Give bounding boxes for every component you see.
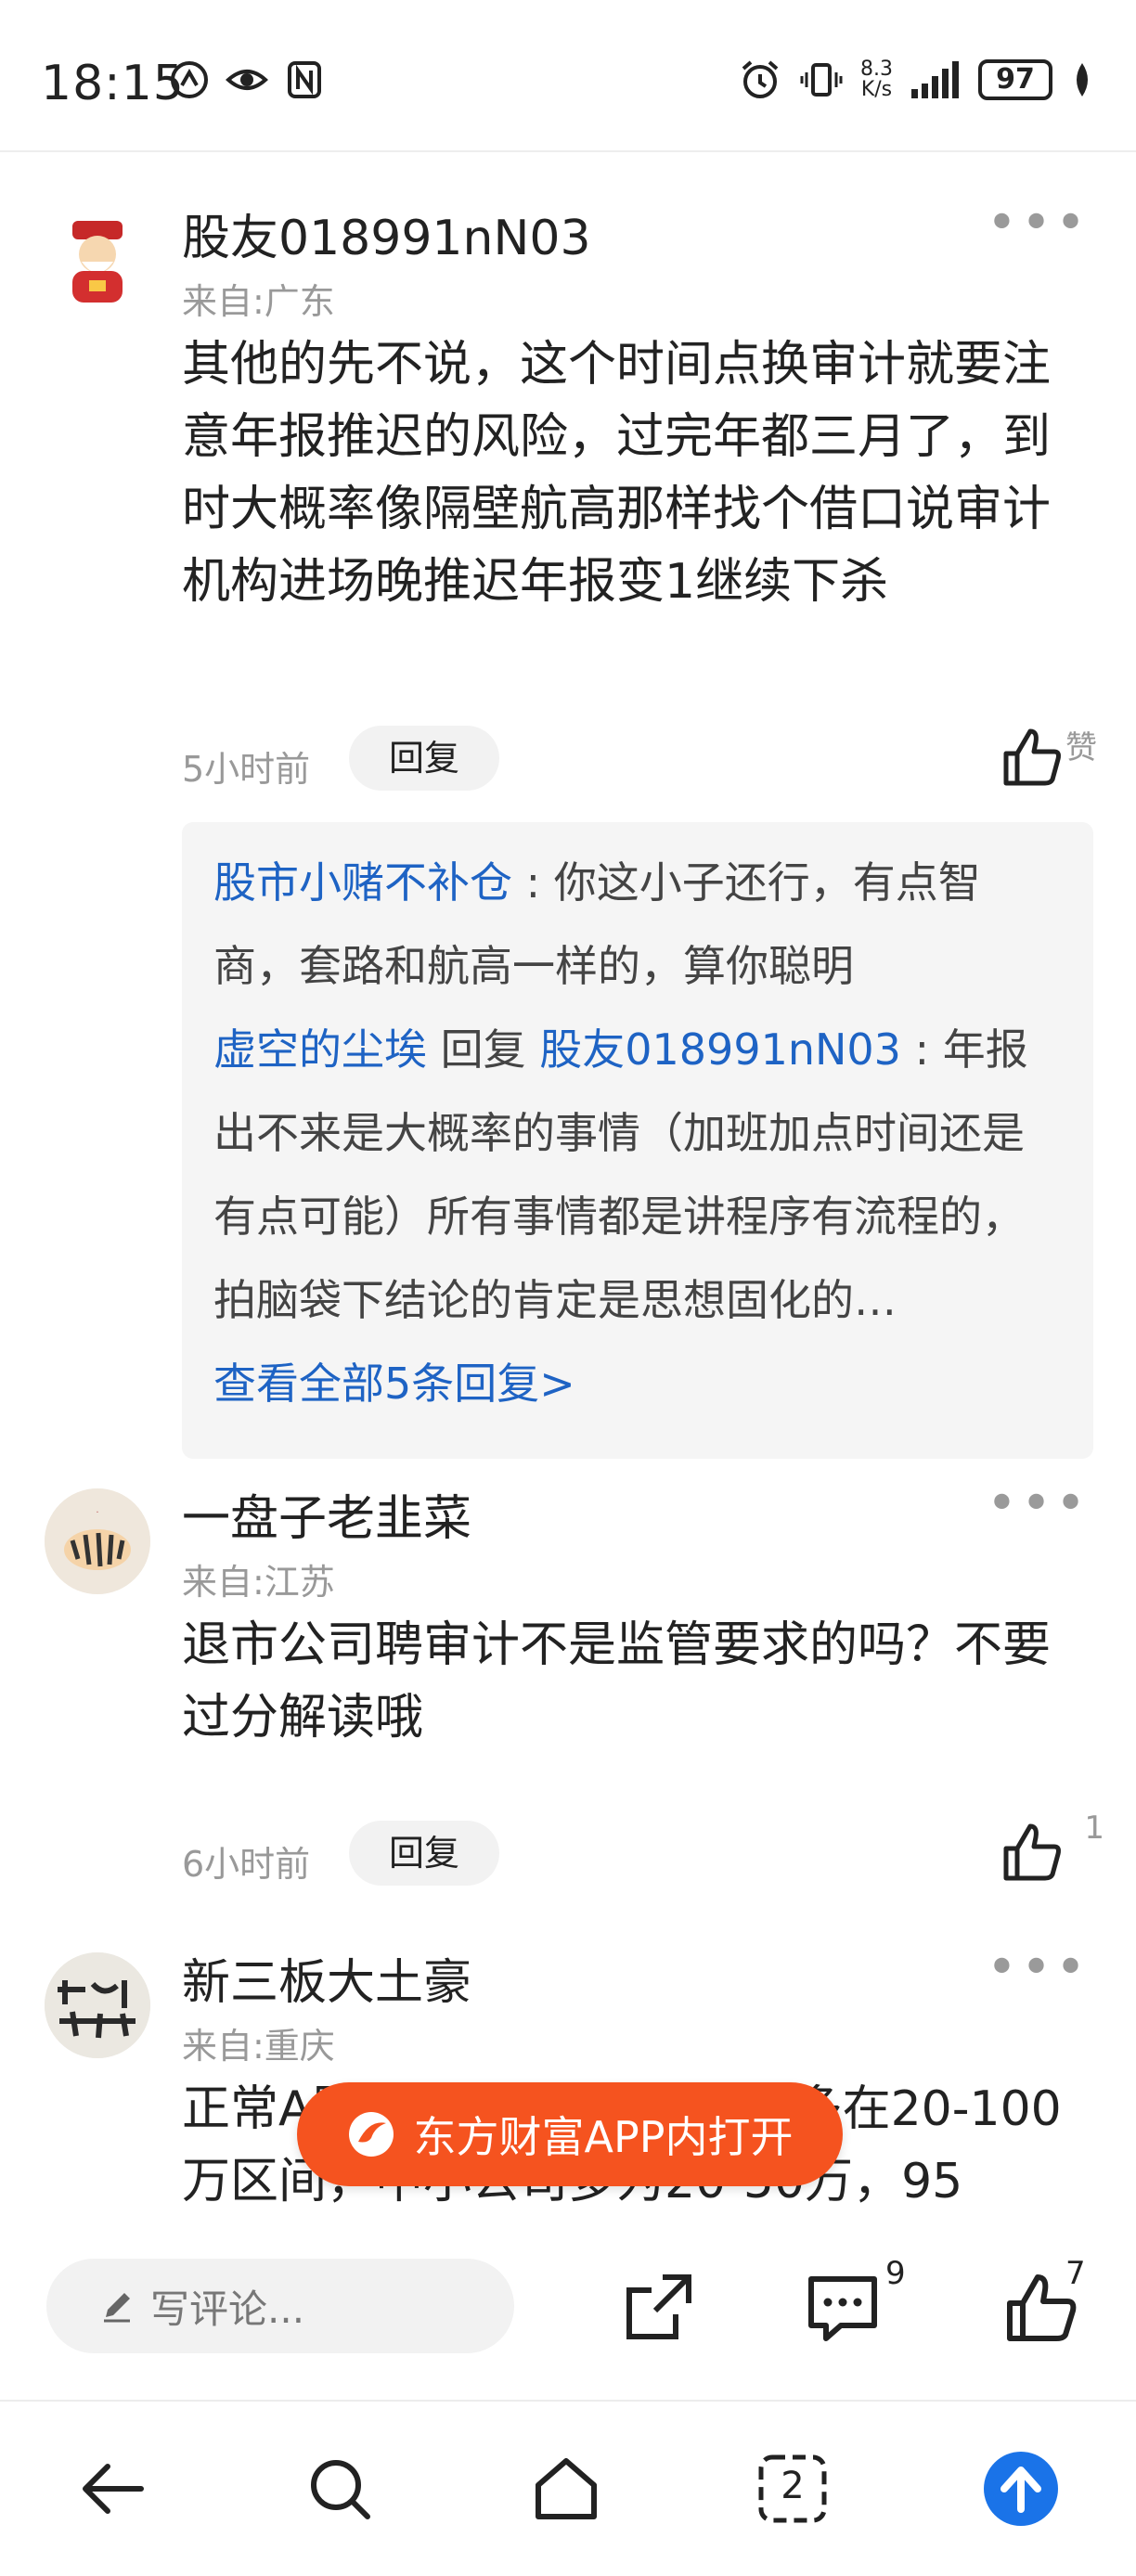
tabs-count: 2	[781, 2465, 805, 2507]
open-in-app-label: 东方财富APP内打开	[413, 2112, 794, 2162]
back-arrow-icon[interactable]	[76, 2452, 150, 2526]
signal-icon	[911, 61, 959, 98]
thumbs-up-icon[interactable]	[1000, 1819, 1065, 1884]
write-comment-placeholder: 写评论...	[150, 2286, 305, 2332]
comment-item: 股友018991nN03 ••• 来自:广东 其他的先不说，这个时间点换审计就要…	[0, 152, 1136, 1470]
reply-author[interactable]: 股市小赌不补仓	[213, 857, 512, 908]
eye-icon	[226, 70, 268, 90]
comment-time: 6小时前	[182, 1844, 311, 1885]
browser-nav-bar: 2	[0, 2402, 1136, 2576]
like-count: 1	[1084, 1810, 1104, 1847]
view-all-replies-link[interactable]: 查看全部5条回复>	[213, 1342, 1062, 1425]
comment-time: 5小时前	[182, 749, 311, 790]
pencil-icon	[104, 2293, 130, 2323]
avatar[interactable]: .	[45, 1488, 150, 1594]
reply-word: 回复	[427, 1024, 540, 1075]
network-speed-value: 8.3	[860, 58, 893, 81]
comment-count: 9	[885, 2255, 906, 2292]
reply-item: 股市小赌不补仓 : 你这小子还行，有点智商，套路和航高一样的，算你聪明	[213, 841, 1062, 1008]
calligraphy-avatar-icon	[45, 1952, 150, 2058]
avatar[interactable]	[45, 208, 150, 314]
more-options-icon[interactable]: •••	[987, 193, 1090, 253]
comment-username[interactable]: 新三板大土豪	[182, 1943, 471, 2013]
comment-bar: 写评论... 9 7	[0, 2249, 1136, 2379]
nfc-icon	[288, 61, 321, 98]
share-icon[interactable]	[620, 2268, 698, 2346]
status-bar: 18:15 8.3 K/s 97	[0, 0, 1136, 152]
write-comment-input[interactable]: 写评论...	[46, 2259, 514, 2353]
leaf-icon	[1077, 63, 1088, 97]
comment-list[interactable]: 股友018991nN03 ••• 来自:广东 其他的先不说，这个时间点换审计就要…	[0, 152, 1136, 2249]
comment-text: 退市公司聘审计不是监管要求的吗？不要过分解读哦	[182, 1617, 1052, 1745]
vibrate-icon	[800, 63, 843, 97]
network-speed: 8.3 K/s	[860, 59, 893, 100]
more-options-icon[interactable]: •••	[987, 1474, 1090, 1534]
app-logo-icon	[348, 2112, 394, 2157]
fortune-god-avatar-icon	[72, 221, 123, 303]
notification-badge-icon	[171, 61, 208, 98]
thumbs-up-icon[interactable]	[1000, 724, 1065, 789]
home-icon[interactable]	[529, 2452, 603, 2526]
reply-item: 虚空的尘埃 回复 股友018991nN03 : 年报出不来是大概率的事情（加班加…	[213, 1008, 1062, 1342]
comment-location: 来自:江苏	[182, 1562, 335, 1603]
status-time: 18:15	[41, 56, 185, 111]
comment-text: 其他的先不说，这个时间点换审计就要注意年报推迟的风险，过完年都三月了，到时大概率…	[182, 337, 1052, 610]
like-total-count: 7	[1065, 2255, 1086, 2292]
network-speed-unit: K/s	[860, 78, 893, 101]
reply-target[interactable]: 股友018991nN03	[539, 1024, 901, 1075]
comment-username[interactable]: 一盘子老韭菜	[182, 1479, 471, 1549]
more-options-icon[interactable]: •••	[987, 1938, 1090, 1998]
comment-username[interactable]: 股友018991nN03	[182, 199, 591, 268]
comment-item: . 一盘子老韭菜 ••• 来自:江苏 退市公司聘审计不是监管要求的吗？不要过分解…	[0, 1474, 1136, 1934]
reply-author[interactable]: 虚空的尘埃	[213, 1024, 427, 1075]
comment-icon[interactable]	[804, 2268, 882, 2346]
svg-text:.: .	[96, 1505, 98, 1515]
comment-location: 来自:广东	[182, 281, 335, 322]
comment-location: 来自:重庆	[182, 2026, 335, 2067]
open-in-app-button[interactable]: 东方财富APP内打开	[297, 2082, 843, 2186]
alarm-icon	[742, 60, 779, 98]
tabs-button[interactable]: 2	[754, 2450, 832, 2528]
like-label: 赞	[1065, 729, 1097, 766]
search-icon[interactable]	[303, 2452, 377, 2526]
reply-preview-box[interactable]: 股市小赌不补仓 : 你这小子还行，有点智商，套路和航高一样的，算你聪明 虚空的尘…	[182, 822, 1093, 1459]
avatar[interactable]	[45, 1952, 150, 2058]
tiger-avatar-icon: .	[45, 1488, 150, 1594]
scroll-to-top-icon[interactable]	[982, 2450, 1060, 2528]
reply-button[interactable]: 回复	[349, 1821, 499, 1886]
battery-indicator: 97	[978, 59, 1052, 100]
reply-button[interactable]: 回复	[349, 726, 499, 791]
